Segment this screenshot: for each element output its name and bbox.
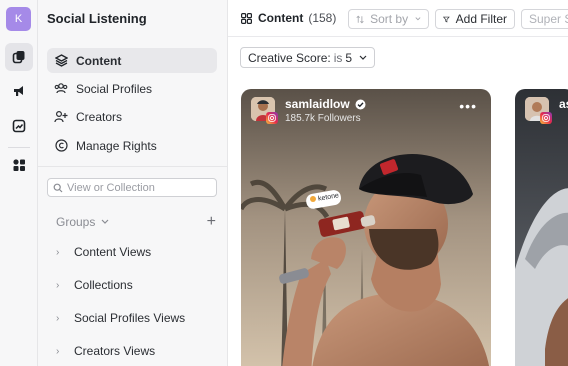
grid-icon [241,12,252,24]
item-count: (158) [308,11,337,25]
tree-item-social-profiles-views[interactable]: › Social Profiles Views [56,309,216,327]
instagram-icon [540,112,552,124]
super-search-button[interactable]: Super S [521,9,568,29]
content-card[interactable]: as [515,89,568,366]
sidebar-item-manage-rights[interactable]: Manage Rights [47,133,217,158]
sidebar-title: Social Listening [47,11,147,26]
tree-item-label: Social Profiles Views [74,311,186,325]
workspace-avatar[interactable]: K [6,7,31,31]
sidebar-item-label: Content [76,53,122,68]
chevron-right-icon: › [56,246,60,258]
creator-username[interactable]: samlaidlow [285,97,350,111]
tree-item-creators-views[interactable]: › Creators Views [56,342,216,360]
listening-icon [12,51,25,64]
add-filter-button[interactable]: Add Filter [435,9,515,29]
filter-operator: is [333,50,343,65]
sidebar-item-label: Manage Rights [76,138,157,153]
sidebar-item-label: Social Profiles [76,81,153,96]
chart-icon [12,119,26,133]
main-panel: Content (158) Sort by Add Filter Super S… [228,0,568,366]
card-header: samlaidlow 185.7k Followers [251,97,366,124]
rail-divider [8,147,30,148]
instagram-icon [266,112,278,124]
sidebar-item-label: Creators [76,109,123,124]
view-search[interactable] [47,178,217,197]
tree-item-collections[interactable]: › Collections [56,276,216,294]
chevron-down-icon [101,219,109,224]
sort-icon [356,15,364,23]
post-image [515,89,568,366]
super-search-label: Super S [529,12,568,26]
chevron-right-icon: › [56,279,60,291]
sort-button[interactable]: Sort by [348,9,429,29]
copyright-icon [54,139,68,153]
rail-analytics-button[interactable] [5,112,33,140]
add-filter-label: Add Filter [455,12,507,26]
chevron-down-icon [415,17,421,21]
rail-campaigns-button[interactable] [5,77,33,105]
verified-badge-icon [355,99,366,109]
filter-field: Creative Score: [248,50,331,65]
add-group-button[interactable]: + [207,213,216,231]
filter-icon [443,16,450,22]
card-header: as [525,97,568,124]
top-toolbar: Content (158) Sort by Add Filter Super S [228,0,568,37]
more-options-icon[interactable]: ••• [459,98,477,114]
sidebar-item-content[interactable]: Content [47,48,217,73]
tree-item-label: Creators Views [74,344,156,358]
page-title-label: Content [258,11,304,25]
page-title: Content (158) [241,11,336,25]
chevron-right-icon: › [56,312,60,324]
tree-item-label: Content Views [74,245,152,259]
rail-apps-button[interactable] [5,151,33,179]
filter-chip[interactable]: Creative Score: is 5 [240,47,376,68]
groups-header[interactable]: Groups + [56,213,216,231]
layers-icon [54,54,68,68]
filter-value: 5 [345,50,353,65]
icon-rail: K [0,0,38,366]
user-plus-icon [54,110,68,124]
post-image [241,89,491,366]
creator-username[interactable]: as [559,97,568,111]
avatar[interactable] [251,97,278,124]
sidebar-item-creators[interactable]: Creators [47,104,217,129]
follower-count: 185.7k Followers [285,113,361,124]
sidebar-item-social-profiles[interactable]: Social Profiles [47,76,217,101]
search-input[interactable] [67,181,207,194]
search-icon [53,183,63,192]
sidebar: Social Listening Content Social Profiles… [38,0,228,366]
apps-icon [13,159,25,171]
chevron-right-icon: › [56,345,60,357]
megaphone-icon [14,86,23,96]
rail-listening-button[interactable] [5,43,33,71]
users-group-icon [54,82,68,96]
sidebar-divider [38,166,228,167]
tree-item-content-views[interactable]: › Content Views [56,243,216,261]
content-card[interactable]: ketone samlaidlow 185.7k Followers ••• [241,89,491,366]
chevron-down-icon [359,55,367,60]
sort-label: Sort by [370,12,409,26]
avatar[interactable] [525,97,552,124]
groups-label: Groups [56,215,96,229]
tree-item-label: Collections [74,278,133,292]
